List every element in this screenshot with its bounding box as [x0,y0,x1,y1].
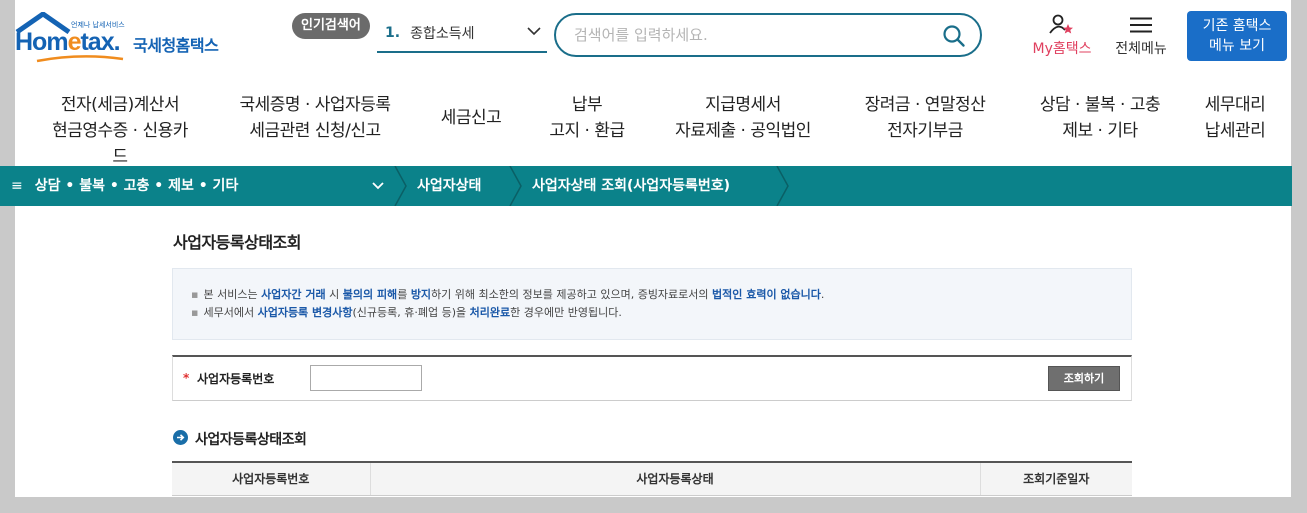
page-title: 사업자등록상태조회 [173,233,301,252]
page-frame: 언제나 납세서비스 Hometax. 국세청홈택스 인기검색어 1. 종합소득세… [15,0,1291,497]
breadcrumb-separator-icon [509,166,522,206]
col-query-date: 조회기준일자 [979,462,1132,496]
result-table: 사업자등록번호 사업자등록상태 조회기준일자 [172,461,1132,496]
legacy-menu-button[interactable]: 기존 홈택스 메뉴 보기 [1187,11,1287,61]
breadcrumb-separator-icon [394,166,407,206]
hamburger-icon: ≡ [11,178,23,194]
search-input[interactable] [574,23,934,47]
gnb-item-payment-statement[interactable]: 지급명세서 자료제출 · 공익법인 [668,92,818,144]
notice-box: ▪ 본 서비스는 사업자간 거래 시 불의의 피해를 방지하기 위해 최소한의 정… [172,268,1132,340]
gnb-item-incentive[interactable]: 장려금 · 연말정산 전자기부금 [851,92,999,144]
notice-line-2: ▪ 세무서에서 사업자등록 변경사항(신규등록, 휴·폐업 등)을 처리완료한 경… [191,306,622,319]
popular-search-select[interactable]: 1. 종합소득세 [377,15,547,53]
result-section-label: 사업자등록상태조회 [195,432,307,448]
gnb-item-tax-filing[interactable]: 세금신고 [431,105,511,131]
business-number-label: 사업자등록번호 [197,372,275,386]
gnb-item-payment[interactable]: 납부 고지 · 환급 [537,92,637,144]
all-menu-label: 전체메뉴 [1115,41,1167,57]
all-menu-button[interactable]: 전체메뉴 [1109,14,1173,60]
chevron-down-icon[interactable] [371,180,385,192]
search-form: * 사업자등록번호 조회하기 [172,355,1132,401]
bullet-icon: ▪ [191,306,199,319]
breadcrumb-level3[interactable]: 사업자상태 조회(사업자등록번호) [532,166,730,206]
table-header-row: 사업자등록번호 사업자등록상태 조회기준일자 [172,462,1132,496]
popular-search-badge: 인기검색어 [292,13,370,39]
gnb-item-einvoice[interactable]: 전자(세금)계산서 현금영수증 · 신용카드 [45,92,195,170]
gnb-item-consulting[interactable]: 상담 · 불복 · 고충 제보 · 기타 [1025,92,1175,144]
col-business-status: 사업자등록상태 [369,462,980,496]
logo-swoosh-icon [36,55,124,63]
global-nav: 전자(세금)계산서 현금영수증 · 신용카드 국세증명 · 사업자등록 세금관련 신… [15,92,1291,167]
legacy-menu-line2: 메뉴 보기 [1209,38,1265,54]
popular-term: 종합소득세 [410,26,475,42]
col-business-number: 사업자등록번호 [172,462,370,496]
breadcrumb-menu-toggle[interactable]: ≡ 상담 • 불복 • 고충 • 제보 • 기타 [11,166,238,206]
circle-arrow-icon [173,430,188,445]
breadcrumb-level1: 상담 • 불복 • 고충 • 제보 • 기타 [34,178,239,194]
chevron-down-icon [527,27,541,36]
hamburger-icon [1130,17,1152,33]
popular-rank: 1. [385,25,401,41]
required-mark: * [183,371,190,385]
logo-korean-name: 국세청홈택스 [133,36,219,55]
my-hometax-button[interactable]: My홈택스 [1027,14,1097,60]
breadcrumb: ≡ 상담 • 불복 • 고충 • 제보 • 기타 사업자상태 사업자상태 조회(사… [0,166,1292,206]
legacy-menu-line1: 기존 홈택스 [1202,18,1272,34]
business-number-input[interactable] [310,365,422,391]
breadcrumb-level2[interactable]: 사업자상태 [417,166,481,206]
search-icon[interactable] [942,24,966,48]
gnb-item-certificate[interactable]: 국세증명 · 사업자등록 세금관련 신청/신고 [227,92,403,144]
gnb-item-tax-agent[interactable]: 세무대리 납세관리 [1195,92,1275,144]
hometax-logo[interactable]: 언제나 납세서비스 Hometax. 국세청홈택스 [15,12,230,63]
my-hometax-label: My홈택스 [1032,41,1092,57]
breadcrumb-separator-icon [776,166,789,206]
search-box [554,13,982,57]
lookup-button[interactable]: 조회하기 [1048,366,1120,391]
user-star-icon [1049,14,1073,34]
bullet-icon: ▪ [191,288,199,301]
notice-line-1: ▪ 본 서비스는 사업자간 거래 시 불의의 피해를 방지하기 위해 최소한의 정… [191,288,825,301]
logo-wordmark: Hometax. [15,28,121,56]
